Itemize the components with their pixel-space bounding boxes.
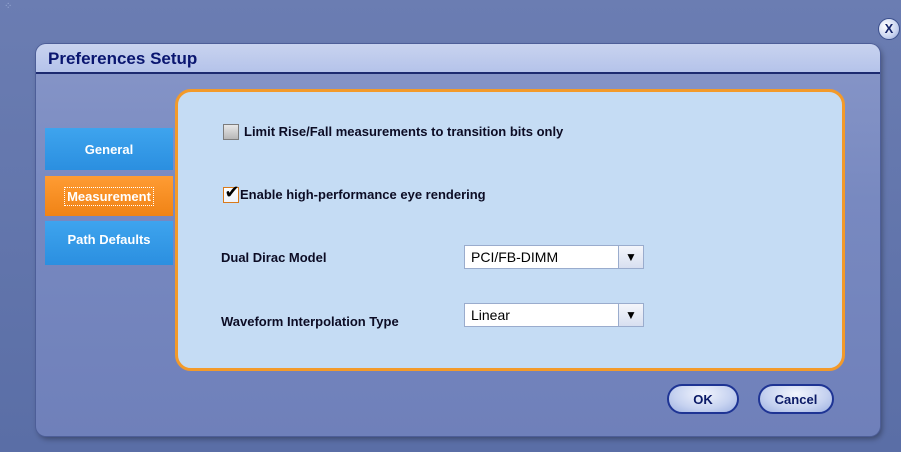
- chevron-down-icon[interactable]: ▼: [618, 246, 643, 268]
- resize-grip-icon: ⁘: [4, 1, 13, 12]
- chevron-down-icon[interactable]: ▼: [618, 304, 643, 326]
- high-perf-eye-label: Enable high-performance eye rendering: [240, 187, 486, 202]
- dual-dirac-label: Dual Dirac Model: [221, 250, 327, 265]
- waveform-interp-label: Waveform Interpolation Type: [221, 314, 399, 329]
- dialog-titlebar: Preferences Setup: [36, 44, 880, 74]
- close-button[interactable]: X: [878, 18, 900, 40]
- waveform-interp-select[interactable]: Linear ▼: [464, 303, 644, 327]
- checkmark-icon: ✔: [224, 182, 240, 202]
- tab-general[interactable]: General: [45, 128, 173, 170]
- ok-button[interactable]: OK: [667, 384, 739, 414]
- preferences-dialog: Preferences Setup General Measurement Pa…: [36, 44, 880, 436]
- high-perf-eye-checkbox[interactable]: ✔: [223, 183, 240, 203]
- limit-rise-fall-label: Limit Rise/Fall measurements to transiti…: [244, 124, 564, 139]
- tab-path-defaults-label: Path Defaults: [67, 232, 151, 247]
- measurement-panel: Limit Rise/Fall measurements to transiti…: [175, 89, 845, 371]
- waveform-interp-value: Linear: [471, 307, 510, 323]
- limit-rise-fall-checkbox[interactable]: [223, 124, 239, 140]
- dual-dirac-value: PCI/FB-DIMM: [471, 249, 559, 265]
- tab-path-defaults[interactable]: Path Defaults: [45, 221, 173, 265]
- tab-measurement[interactable]: Measurement: [45, 176, 173, 216]
- dual-dirac-select[interactable]: PCI/FB-DIMM ▼: [464, 245, 644, 269]
- tab-general-label: General: [84, 141, 134, 157]
- dialog-title: Preferences Setup: [48, 49, 198, 68]
- cancel-button[interactable]: Cancel: [758, 384, 834, 414]
- tab-measurement-label: Measurement: [64, 186, 154, 206]
